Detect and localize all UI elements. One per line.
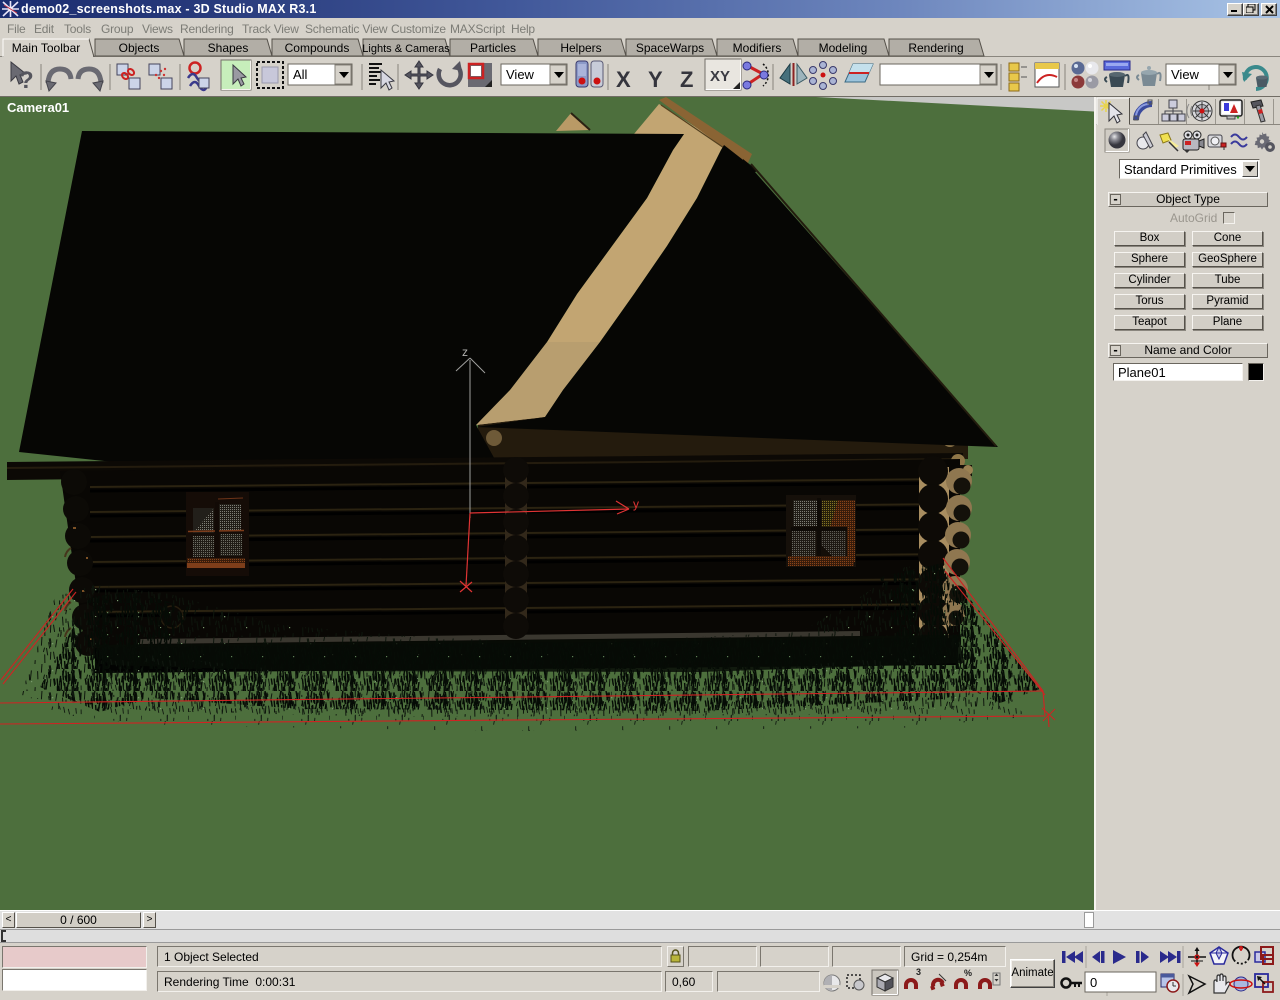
svg-text:SpaceWarps: SpaceWarps	[636, 41, 704, 55]
svg-text:Particles: Particles	[470, 41, 516, 55]
svg-text:0: 0	[1090, 975, 1097, 990]
svg-text:Y: Y	[648, 67, 663, 92]
svg-text:XY: XY	[710, 68, 730, 85]
svg-text:z: z	[462, 345, 468, 359]
svg-text:Camera01: Camera01	[7, 100, 69, 115]
svg-text:View: View	[506, 67, 535, 82]
svg-text:?: ?	[19, 67, 34, 94]
svg-text:Z: Z	[680, 67, 693, 92]
svg-text:Modifiers: Modifiers	[733, 41, 782, 55]
svg-text:Lights & Cameras: Lights & Cameras	[362, 43, 450, 55]
svg-text:Helpers: Helpers	[560, 41, 601, 55]
svg-text:Modeling: Modeling	[819, 41, 868, 55]
svg-text:Rendering: Rendering	[908, 41, 963, 55]
svg-text:View: View	[1171, 67, 1200, 82]
svg-text:All: All	[293, 67, 308, 82]
svg-text:Main Toolbar: Main Toolbar	[12, 41, 80, 55]
svg-text:Compounds: Compounds	[285, 41, 350, 55]
svg-text:y: y	[633, 497, 639, 511]
svg-text:%: %	[964, 968, 972, 978]
svg-text:Shapes: Shapes	[208, 41, 249, 55]
svg-text:3: 3	[916, 967, 921, 977]
svg-text:X: X	[616, 67, 631, 92]
svg-text:Objects: Objects	[119, 41, 160, 55]
